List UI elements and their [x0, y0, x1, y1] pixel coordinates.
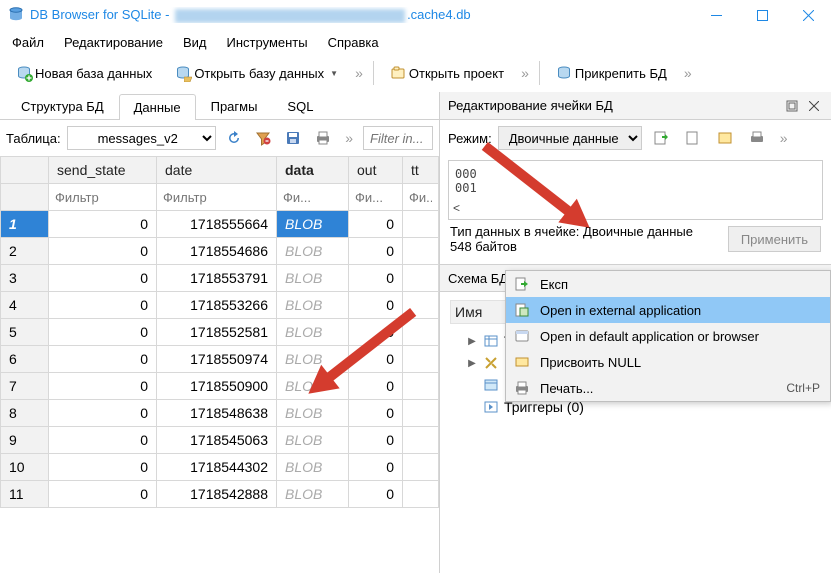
menu-bar: Файл Редактирование Вид Инструменты Спра…: [0, 30, 831, 54]
cell-editor-header: Редактирование ячейки БД: [440, 92, 831, 120]
expand-icon[interactable]: ▶: [466, 358, 478, 369]
panel-undock-button[interactable]: [783, 97, 801, 115]
table-group-icon: [484, 334, 498, 348]
toolbar-overflow-3[interactable]: »: [680, 65, 696, 81]
table-row[interactable]: 801718548638BLOB0: [1, 400, 439, 427]
table-select[interactable]: messages_v2: [67, 126, 216, 150]
import-cell-button[interactable]: [648, 126, 674, 150]
triggers-group-icon: [484, 400, 498, 414]
cm-open-default[interactable]: Open in default application or browser: [506, 323, 830, 349]
filter-input-send-state[interactable]: [49, 185, 156, 210]
tab-data[interactable]: Данные: [119, 94, 196, 120]
database-attach-icon: [557, 66, 571, 80]
clear-filters-button[interactable]: [252, 126, 276, 150]
tab-pragmas[interactable]: Прагмы: [196, 93, 273, 119]
filter-input-data[interactable]: [277, 185, 348, 210]
cm-export[interactable]: Експ: [506, 271, 830, 297]
new-database-button[interactable]: Новая база данных: [11, 63, 158, 84]
window-title: DB Browser for SQLite - .cache4.db: [30, 7, 693, 23]
table-row[interactable]: 201718554686BLOB0: [1, 238, 439, 265]
export-cell-button[interactable]: [680, 126, 706, 150]
menu-view[interactable]: Вид: [173, 32, 217, 53]
table-row[interactable]: 701718550900BLOB0: [1, 373, 439, 400]
open-database-button[interactable]: Открыть базу данных ▼: [170, 63, 344, 84]
open-default-icon: [512, 326, 532, 346]
global-filter-input[interactable]: [363, 126, 433, 150]
project-open-icon: [391, 66, 405, 80]
tab-sql[interactable]: SQL: [272, 93, 328, 119]
menu-tools[interactable]: Инструменты: [217, 32, 318, 53]
menu-help[interactable]: Справка: [318, 32, 389, 53]
toolbar-overflow[interactable]: »: [351, 65, 367, 81]
toolbar-divider-2: [539, 61, 540, 85]
table-row[interactable]: 501718552581BLOB0: [1, 319, 439, 346]
cell-type-info: Тип данных в ячейке: Двоичные данные: [450, 224, 718, 239]
apply-button[interactable]: Применить: [728, 226, 821, 252]
refresh-button[interactable]: [222, 126, 246, 150]
dropdown-arrow-icon: ▼: [330, 69, 338, 78]
close-button[interactable]: [785, 0, 831, 30]
table-row[interactable]: 1101718542888BLOB0: [1, 481, 439, 508]
table-row[interactable]: 1001718544302BLOB0: [1, 454, 439, 481]
save-table-button[interactable]: [281, 126, 305, 150]
tab-structure[interactable]: Структура БД: [6, 93, 119, 119]
minimize-button[interactable]: [693, 0, 739, 30]
context-menu: Експ Open in external application Open i…: [505, 270, 831, 402]
app-icon: [8, 7, 24, 23]
print-shortcut: Ctrl+P: [786, 381, 820, 395]
cell-size-info: 548 байтов: [450, 239, 718, 254]
col-tt[interactable]: tt: [403, 157, 439, 184]
print-table-button[interactable]: [311, 126, 335, 150]
cm-print[interactable]: Печать... Ctrl+P: [506, 375, 830, 401]
attach-database-button[interactable]: Прикрепить БД: [551, 63, 673, 84]
expand-icon[interactable]: ▶: [466, 336, 478, 347]
null-icon: [512, 352, 532, 372]
filter-input-tt[interactable]: [403, 185, 438, 210]
table-row[interactable]: 401718553266BLOB0: [1, 292, 439, 319]
cm-set-null[interactable]: Присвоить NULL: [506, 349, 830, 375]
table-row[interactable]: 301718553791BLOB0: [1, 265, 439, 292]
hex-viewer[interactable]: 000 001 <: [448, 160, 823, 220]
table-label: Таблица:: [6, 131, 61, 146]
col-date[interactable]: date: [157, 157, 277, 184]
table-row[interactable]: 601718550974BLOB0: [1, 346, 439, 373]
main-tabs: Структура БД Данные Прагмы SQL: [0, 92, 439, 120]
toolbar-overflow-2[interactable]: »: [517, 65, 533, 81]
col-out[interactable]: out: [349, 157, 403, 184]
data-table[interactable]: send_state date data out tt: [0, 156, 439, 573]
filter-input-out[interactable]: [349, 185, 402, 210]
menu-edit[interactable]: Редактирование: [54, 32, 173, 53]
database-open-icon: [176, 66, 190, 80]
null-cell-button[interactable]: [712, 126, 738, 150]
table-row[interactable]: 101718555664BLOB0: [1, 211, 439, 238]
cm-open-external[interactable]: Open in external application: [506, 297, 830, 323]
mode-select[interactable]: Двоичные данные: [498, 126, 642, 150]
toolbar-divider: [373, 61, 374, 85]
col-data[interactable]: data: [277, 157, 349, 184]
table-row[interactable]: 901718545063BLOB0: [1, 427, 439, 454]
print-icon: [512, 378, 532, 398]
open-project-button[interactable]: Открыть проект: [385, 63, 510, 84]
filter-input-date[interactable]: [157, 185, 276, 210]
menu-file[interactable]: Файл: [2, 32, 54, 53]
open-external-icon: [512, 300, 532, 320]
col-send-state[interactable]: send_state: [49, 157, 157, 184]
export-icon: [512, 274, 532, 294]
maximize-button[interactable]: [739, 0, 785, 30]
print-cell-button[interactable]: [744, 126, 770, 150]
panel-close-button[interactable]: [805, 97, 823, 115]
cell-toolbar-overflow[interactable]: »: [776, 130, 792, 146]
index-group-icon: [484, 356, 498, 370]
database-new-icon: [17, 66, 31, 80]
table-toolbar-overflow[interactable]: »: [341, 130, 357, 146]
title-bar: DB Browser for SQLite - .cache4.db: [0, 0, 831, 30]
mode-label: Режим:: [448, 131, 492, 146]
views-group-icon: [484, 378, 498, 392]
